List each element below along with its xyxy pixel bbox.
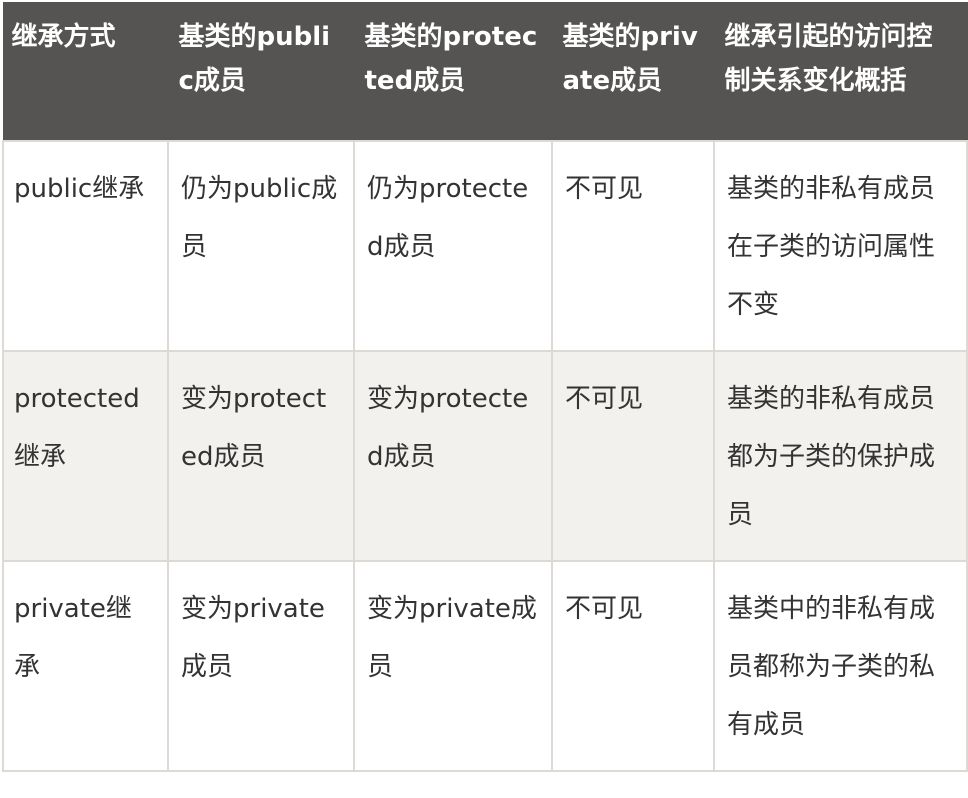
table-header-row: 继承方式 基类的public成员 基类的protected成员 基类的priva… <box>2 2 968 141</box>
inheritance-access-table: 继承方式 基类的public成员 基类的protected成员 基类的priva… <box>2 2 968 772</box>
header-base-private-members: 基类的private成员 <box>551 2 715 141</box>
table-row: protected继承 变为protected成员 变为protected成员 … <box>2 349 968 562</box>
table-row: public继承 仍为public成员 仍为protected成员 不可见 基类… <box>2 139 968 352</box>
cell-summary: 基类中的非私有成员都称为子类的私有成员 <box>713 559 968 772</box>
header-access-change-summary: 继承引起的访问控制关系变化概括 <box>713 2 968 141</box>
cell-summary: 基类的非私有成员在子类的访问属性不变 <box>713 139 968 352</box>
cell-public-members: 仍为public成员 <box>167 139 355 352</box>
cell-protected-members: 变为private成员 <box>353 559 553 772</box>
header-inheritance-mode: 继承方式 <box>2 2 169 141</box>
cell-inheritance-mode: public继承 <box>2 139 169 352</box>
cell-summary: 基类的非私有成员都为子类的保护成员 <box>713 349 968 562</box>
cell-protected-members: 变为protected成员 <box>353 349 553 562</box>
table-row: private继承 变为private成员 变为private成员 不可见 基类… <box>2 559 968 772</box>
cell-private-members: 不可见 <box>551 559 715 772</box>
cell-inheritance-mode: protected继承 <box>2 349 169 562</box>
header-base-public-members: 基类的public成员 <box>167 2 355 141</box>
cell-inheritance-mode: private继承 <box>2 559 169 772</box>
cell-private-members: 不可见 <box>551 349 715 562</box>
cell-public-members: 变为private成员 <box>167 559 355 772</box>
cell-private-members: 不可见 <box>551 139 715 352</box>
header-base-protected-members: 基类的protected成员 <box>353 2 553 141</box>
cell-public-members: 变为protected成员 <box>167 349 355 562</box>
cell-protected-members: 仍为protected成员 <box>353 139 553 352</box>
